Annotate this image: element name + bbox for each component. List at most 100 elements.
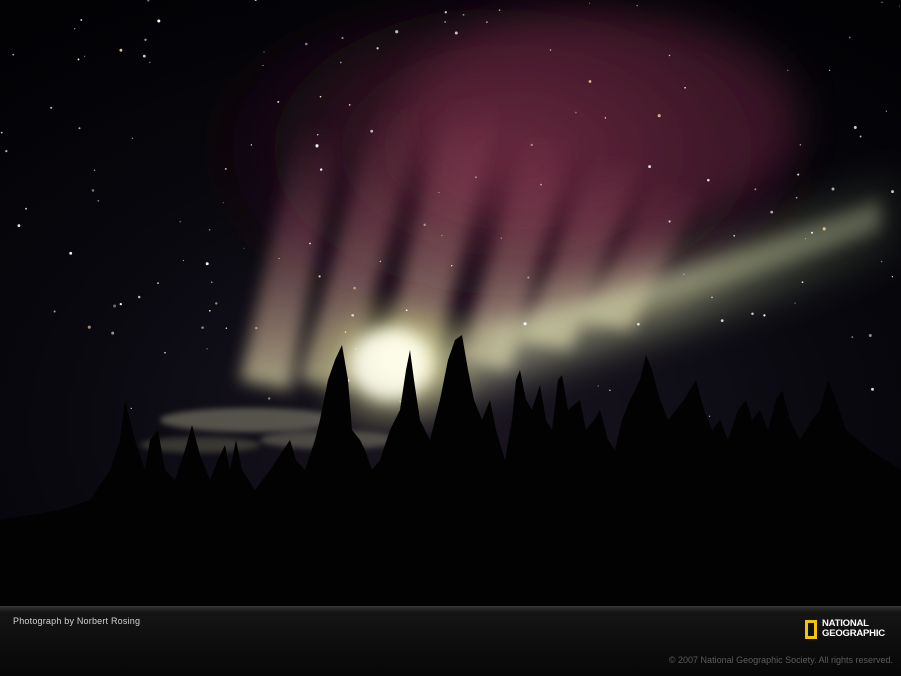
- star: [84, 56, 85, 57]
- yellow-border-icon: [805, 620, 817, 639]
- star: [201, 326, 204, 329]
- star: [206, 262, 209, 265]
- star: [658, 114, 661, 117]
- star: [451, 265, 452, 266]
- star: [17, 224, 20, 227]
- star: [5, 150, 7, 152]
- star: [707, 179, 710, 182]
- star: [891, 190, 894, 193]
- star: [225, 168, 227, 170]
- star: [527, 277, 529, 279]
- star: [869, 334, 872, 337]
- star: [709, 416, 710, 417]
- star: [351, 314, 354, 317]
- star: [179, 221, 181, 223]
- star: [669, 55, 671, 57]
- star: [463, 14, 465, 16]
- star: [320, 168, 322, 170]
- star: [74, 28, 75, 29]
- star: [797, 174, 799, 176]
- star: [157, 19, 160, 22]
- star: [811, 232, 813, 234]
- star: [871, 388, 874, 391]
- star: [209, 229, 211, 231]
- star: [305, 43, 308, 46]
- star: [499, 9, 501, 11]
- star: [317, 134, 318, 135]
- star: [94, 169, 96, 171]
- star: [598, 385, 599, 386]
- copyright-notice: © 2007 National Geographic Society. All …: [669, 655, 893, 665]
- star: [380, 261, 382, 263]
- star: [438, 192, 439, 193]
- star: [800, 144, 802, 146]
- star: [120, 303, 122, 305]
- logo-wordmark: NATIONAL GEOGRAPHIC: [822, 619, 885, 639]
- star: [340, 62, 342, 64]
- star: [805, 238, 806, 239]
- star: [251, 144, 253, 146]
- star: [829, 70, 830, 71]
- star: [119, 49, 122, 52]
- star: [132, 138, 133, 139]
- star: [223, 202, 224, 203]
- star: [318, 275, 320, 277]
- star: [899, 5, 900, 6]
- star: [524, 322, 527, 325]
- star: [892, 276, 893, 277]
- star: [849, 37, 851, 39]
- star: [832, 188, 835, 191]
- star: [684, 87, 686, 89]
- star: [263, 51, 264, 52]
- star: [113, 305, 116, 308]
- star: [395, 30, 398, 33]
- star: [138, 296, 141, 299]
- star: [550, 49, 552, 51]
- star: [636, 5, 638, 7]
- star: [851, 336, 853, 338]
- star: [144, 39, 146, 41]
- star: [886, 111, 887, 112]
- star: [79, 127, 81, 129]
- star: [262, 65, 263, 66]
- star: [111, 332, 114, 335]
- star: [881, 261, 883, 263]
- star: [88, 326, 91, 329]
- star: [609, 390, 610, 391]
- star: [255, 327, 257, 329]
- star: [143, 55, 146, 58]
- star: [12, 54, 14, 56]
- star: [763, 314, 765, 316]
- star: [341, 37, 343, 39]
- star: [823, 227, 826, 230]
- star: [50, 107, 52, 109]
- star: [423, 224, 425, 226]
- star: [733, 235, 735, 237]
- star: [1, 132, 3, 134]
- star: [754, 188, 756, 190]
- photo-credit: Photograph by Norbert Rosing: [13, 616, 140, 626]
- star: [226, 327, 228, 329]
- aurora-photo: [0, 0, 901, 606]
- wallpaper: Photograph by Norbert Rosing NATIONAL GE…: [0, 0, 901, 676]
- star: [406, 309, 408, 311]
- star: [376, 47, 378, 49]
- star: [215, 302, 217, 304]
- star: [637, 323, 640, 326]
- star: [277, 101, 279, 103]
- star: [444, 21, 446, 23]
- star: [648, 165, 651, 168]
- star: [370, 130, 373, 133]
- star: [92, 189, 95, 192]
- star: [353, 287, 356, 290]
- star: [309, 243, 311, 245]
- star: [475, 176, 476, 177]
- star: [157, 282, 159, 284]
- star: [78, 58, 80, 60]
- star: [605, 117, 606, 118]
- star: [315, 144, 318, 147]
- star: [206, 348, 207, 349]
- star: [796, 197, 798, 199]
- aurora-scene: [0, 0, 901, 606]
- star: [356, 348, 357, 349]
